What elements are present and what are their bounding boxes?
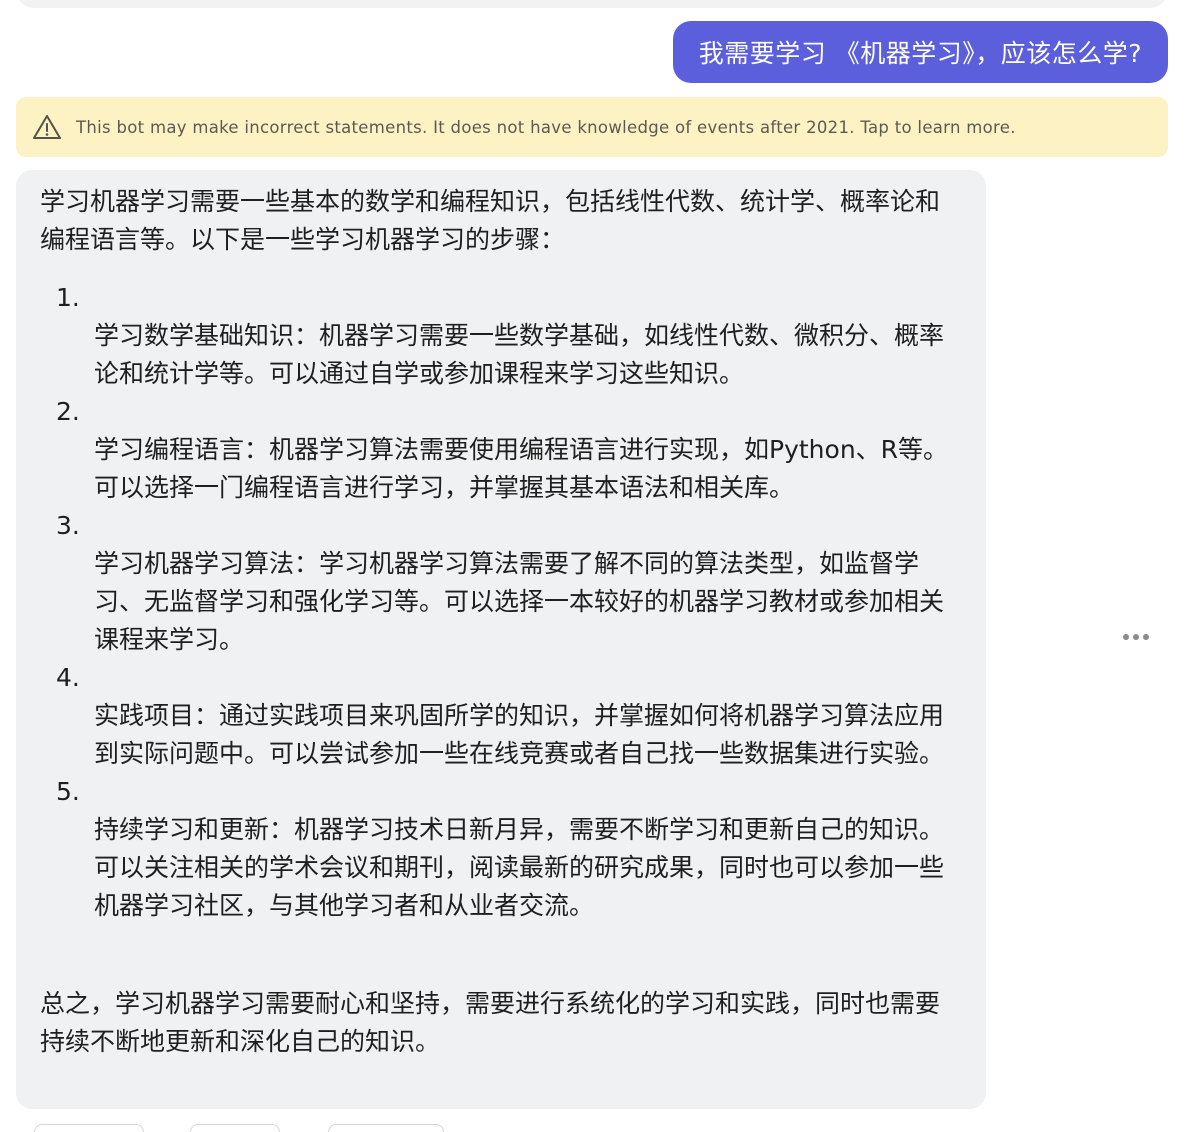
more-horizontal-icon-dot — [1133, 634, 1139, 640]
bottom-action-chips — [0, 1124, 1202, 1132]
list-item: 1. 学习数学基础知识：机器学习需要一些数学基础，如线性代数、微积分、概率论和统… — [40, 279, 962, 393]
step-number: 2. — [56, 397, 80, 426]
step-text: 学习数学基础知识：机器学习需要一些数学基础，如线性代数、微积分、概率论和统计学等… — [94, 321, 945, 388]
step-text: 实践项目：通过实践项目来巩固所学的知识，并掌握如何将机器学习算法应用到实际问题中… — [94, 701, 945, 768]
user-message-bubble: 我需要学习 《机器学习》，应该怎么学? — [672, 21, 1168, 83]
action-chip[interactable] — [34, 1124, 144, 1132]
previous-message-bubble — [16, 0, 1168, 8]
user-message-text: 我需要学习 《机器学习》，应该怎么学? — [698, 39, 1142, 68]
disclaimer-banner[interactable]: This bot may make incorrect statements. … — [16, 97, 1168, 157]
step-text: 持续学习和更新：机器学习技术日新月异，需要不断学习和更新自己的知识。可以关注相关… — [94, 815, 945, 920]
action-chip[interactable] — [190, 1124, 280, 1132]
list-item: 4. 实践项目：通过实践项目来巩固所学的知识，并掌握如何将机器学习算法应用到实际… — [40, 659, 962, 773]
step-text: 学习编程语言：机器学习算法需要使用编程语言进行实现，如Python、R等。可以选… — [94, 435, 949, 502]
list-item: 3. 学习机器学习算法：学习机器学习算法需要了解不同的算法类型，如监督学习、无监… — [40, 507, 962, 659]
step-number: 3. — [56, 511, 80, 540]
more-horizontal-icon — [1123, 634, 1129, 640]
steps-list: 1. 学习数学基础知识：机器学习需要一些数学基础，如线性代数、微积分、概率论和统… — [40, 279, 962, 925]
action-chip[interactable] — [328, 1124, 444, 1132]
step-number: 5. — [56, 777, 80, 806]
bot-reply-intro: 学习机器学习需要一些基本的数学和编程知识，包括线性代数、统计学、概率论和编程语言… — [40, 187, 941, 254]
step-number: 4. — [56, 663, 80, 692]
list-item: 5. 持续学习和更新：机器学习技术日新月异，需要不断学习和更新自己的知识。可以关… — [40, 773, 962, 925]
bot-message-bubble: 学习机器学习需要一些基本的数学和编程知识，包括线性代数、统计学、概率论和编程语言… — [16, 170, 986, 1109]
step-number: 1. — [56, 283, 80, 312]
list-item: 2. 学习编程语言：机器学习算法需要使用编程语言进行实现，如Python、R等。… — [40, 393, 962, 507]
disclaimer-text: This bot may make incorrect statements. … — [76, 117, 1016, 137]
bot-reply-summary: 总之，学习机器学习需要耐心和坚持，需要进行系统化的学习和实践，同时也需要持续不断… — [40, 989, 941, 1056]
more-options-button[interactable] — [1116, 626, 1156, 648]
more-horizontal-icon-dot — [1143, 634, 1149, 640]
step-text: 学习机器学习算法：学习机器学习算法需要了解不同的算法类型，如监督学习、无监督学习… — [94, 549, 945, 654]
warning-triangle-icon — [32, 112, 62, 142]
